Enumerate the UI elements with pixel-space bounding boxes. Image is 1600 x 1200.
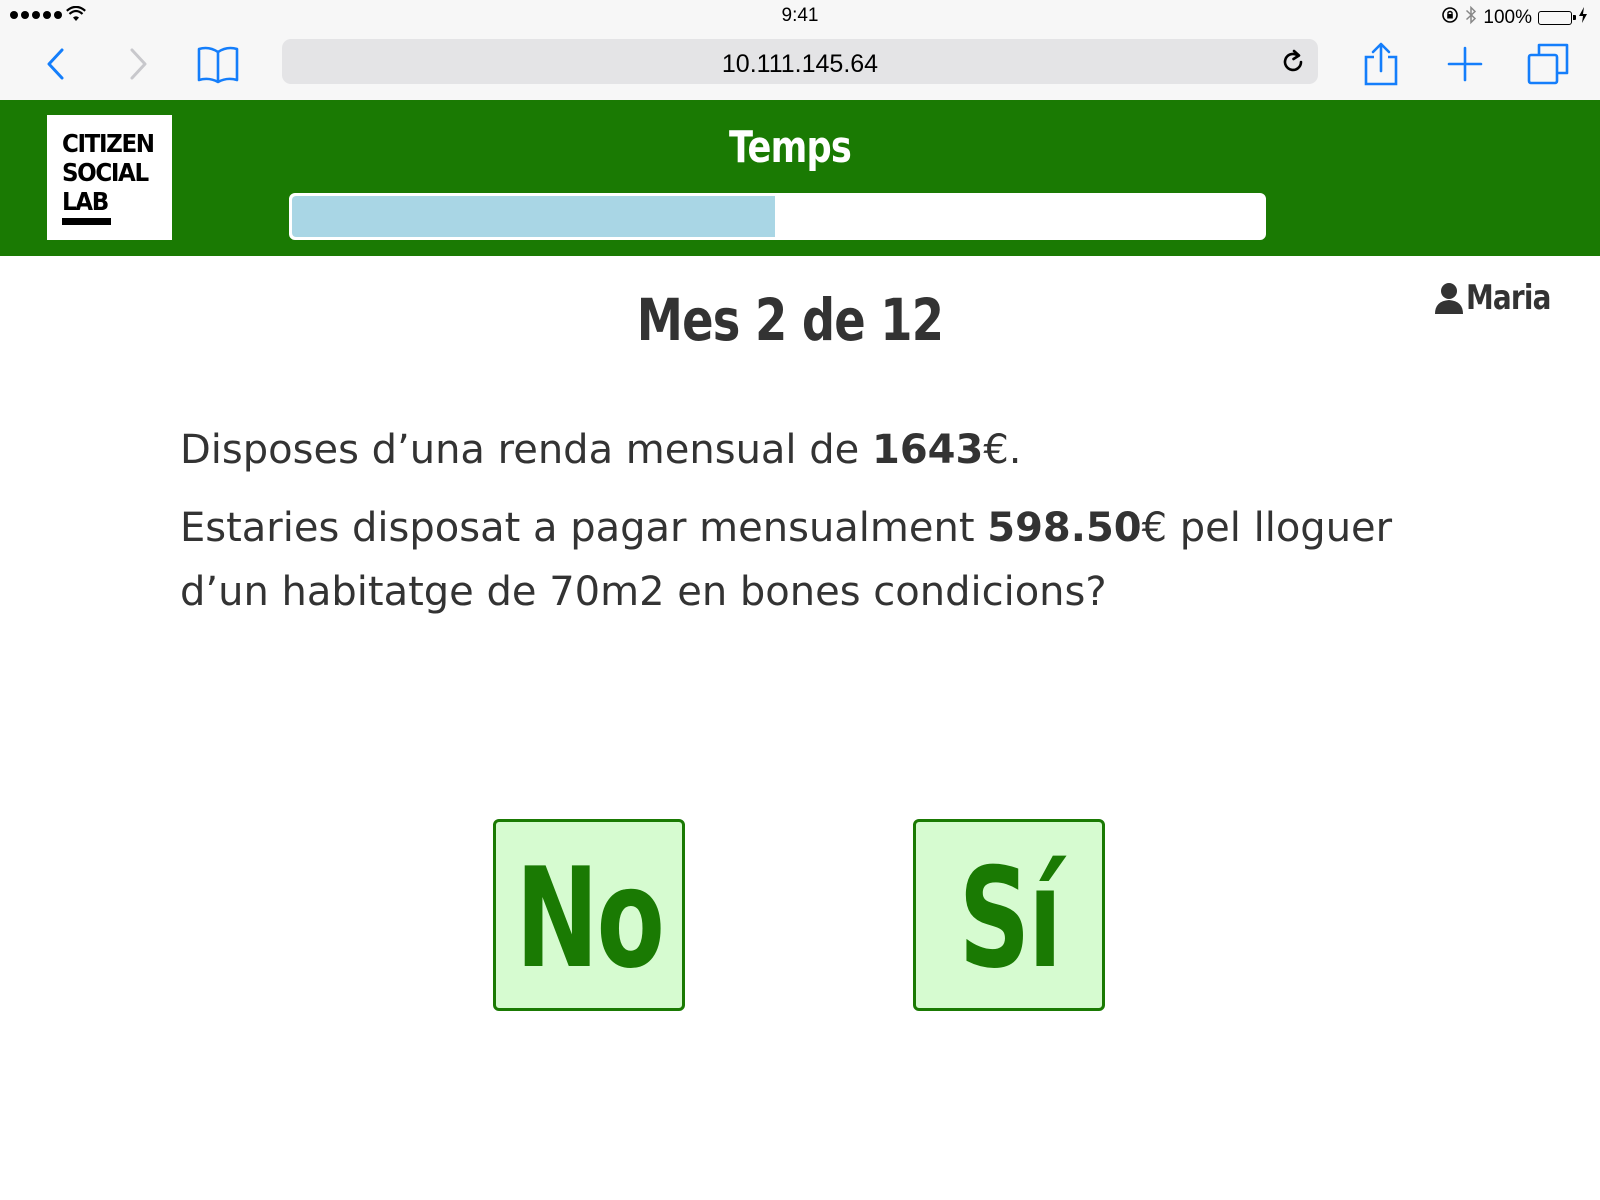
browser-toolbar: 10.111.145.64 — [0, 32, 1600, 100]
chevron-right-icon — [130, 48, 147, 80]
share-icon — [1364, 42, 1398, 86]
forward-button[interactable] — [112, 40, 164, 88]
battery-percent: 100% — [1483, 7, 1532, 28]
bluetooth-icon — [1465, 5, 1477, 31]
rent-value: 598.50 — [987, 505, 1142, 551]
income-sentence: Disposes d’una renda mensual de 1643€. — [180, 418, 1460, 482]
yes-button-label: Sí — [958, 838, 1061, 999]
question-text: Disposes d’una renda mensual de 1643€. E… — [180, 418, 1460, 624]
income-value: 1643 — [871, 427, 984, 473]
reload-button[interactable] — [1276, 45, 1310, 79]
tabs-icon — [1527, 43, 1569, 85]
address-bar[interactable]: 10.111.145.64 — [282, 39, 1318, 84]
income-prefix: Disposes d’una renda mensual de — [180, 427, 872, 473]
logo-line-2: SOCIAL — [62, 158, 149, 187]
logo-line-3: LAB — [62, 187, 109, 216]
income-suffix: €. — [983, 427, 1022, 473]
app-header: CITIZEN SOCIAL LAB Temps — [0, 100, 1600, 256]
user-icon — [1434, 283, 1463, 314]
timer-progress-bar — [289, 193, 1266, 240]
new-tab-button[interactable] — [1439, 40, 1491, 88]
timer-title: Temps — [728, 122, 852, 173]
month-counter: Mes 2 de 12 — [636, 286, 944, 354]
url-text: 10.111.145.64 — [721, 50, 879, 78]
tabs-button[interactable] — [1522, 40, 1574, 88]
citizen-social-lab-logo: CITIZEN SOCIAL LAB — [47, 115, 172, 240]
logo-underline — [62, 218, 111, 225]
rent-question: Estaries disposat a pagar mensualment 59… — [180, 496, 1460, 624]
back-button[interactable] — [30, 40, 82, 88]
yes-button[interactable]: Sí — [913, 819, 1105, 1011]
rent-prefix: Estaries disposat a pagar mensualment — [180, 505, 988, 551]
timer-progress-fill — [292, 196, 775, 237]
chevron-left-icon — [47, 48, 64, 80]
reload-icon — [1283, 49, 1303, 72]
user-name: Maria — [1465, 278, 1551, 318]
book-icon — [197, 46, 239, 84]
no-button[interactable]: No — [493, 819, 685, 1011]
status-bar: 9:41 100% — [0, 0, 1600, 32]
status-time: 9:41 — [781, 5, 819, 26]
orientation-lock-icon — [1441, 6, 1459, 30]
plus-icon — [1447, 46, 1483, 82]
logo-line-1: CITIZEN — [62, 129, 155, 158]
bookmarks-button[interactable] — [192, 40, 244, 88]
battery-icon — [1538, 11, 1576, 25]
no-button-label: No — [515, 838, 664, 999]
share-button[interactable] — [1355, 40, 1407, 88]
charging-icon — [1578, 6, 1588, 30]
status-right: 100% — [1441, 5, 1588, 31]
user-badge: Maria — [1434, 278, 1569, 318]
